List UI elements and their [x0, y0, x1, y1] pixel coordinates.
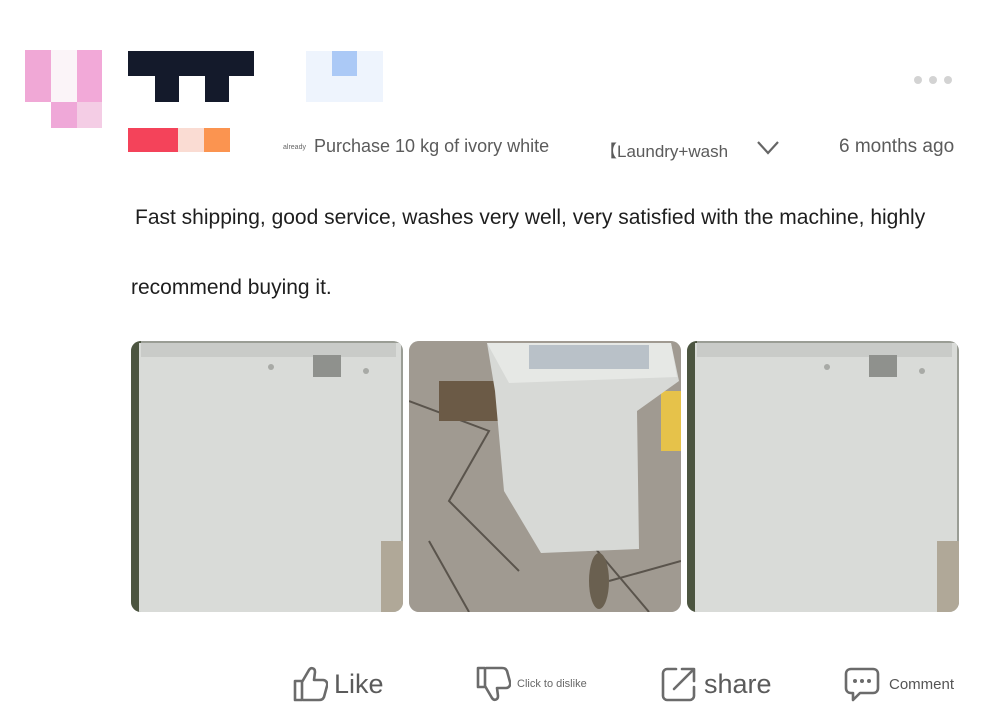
review-text-line: recommend buying it. — [131, 276, 332, 299]
badge-pixel — [128, 128, 178, 152]
more-dots-icon — [929, 76, 937, 84]
more-options-button[interactable] — [914, 76, 952, 84]
chevron-down-icon[interactable] — [756, 138, 780, 156]
username-pixel — [205, 76, 229, 102]
dislike-label: Click to dislike — [517, 678, 587, 690]
badge-pixel — [204, 128, 230, 152]
share-label: share — [704, 668, 772, 699]
avatar-pixel — [51, 102, 77, 128]
comment-label: Comment — [889, 675, 955, 693]
review-time: 6 months ago — [839, 136, 955, 157]
avatar-pixel — [77, 102, 102, 128]
avatar-pixel — [51, 50, 77, 102]
badge-pixel — [178, 128, 204, 152]
comment-button[interactable]: Comment — [843, 664, 954, 704]
review-text-line: Fast shipping, good service, washes very… — [135, 206, 926, 229]
thumbs-up-icon — [293, 666, 328, 702]
username-pixel — [128, 51, 254, 76]
avatar-pixel — [25, 50, 51, 102]
dislike-button[interactable]: Click to dislike — [475, 664, 587, 704]
purchase-info: Purchase 10 kg of ivory white — [314, 136, 550, 156]
more-dots-icon — [944, 76, 952, 84]
share-icon — [661, 667, 696, 702]
review-photo[interactable] — [687, 341, 959, 612]
variant-info: 【Laundry+wash — [600, 142, 729, 161]
more-dots-icon — [914, 76, 922, 84]
username-pixel — [155, 76, 179, 102]
like-button[interactable]: Like — [292, 664, 384, 704]
like-label: Like — [334, 668, 384, 699]
avatar-pixel — [77, 50, 102, 102]
share-button[interactable]: share — [660, 664, 772, 704]
review-photo[interactable] — [409, 341, 681, 612]
purchase-prefix: already — [283, 144, 306, 151]
review-photo[interactable] — [131, 341, 403, 612]
thumbs-down-icon — [476, 666, 511, 702]
comment-icon — [844, 667, 880, 702]
username-pixel — [332, 51, 357, 76]
